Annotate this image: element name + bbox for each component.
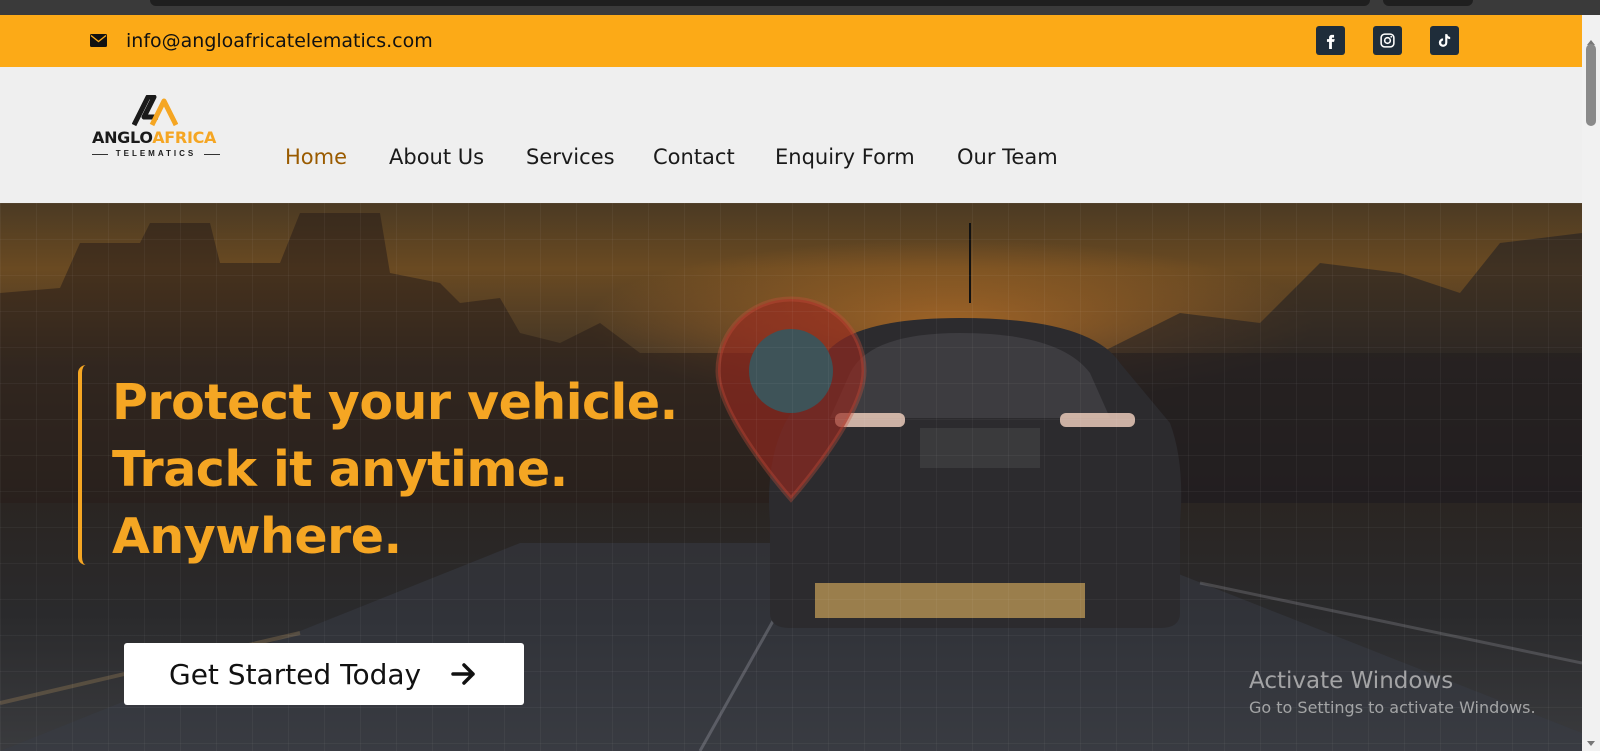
browser-chrome-top bbox=[0, 0, 1600, 15]
instagram-link[interactable] bbox=[1373, 26, 1402, 55]
main-navbar: ANGLOAFRICA TELEMATICS Home About Us Ser… bbox=[0, 67, 1582, 203]
get-started-label: Get Started Today bbox=[169, 657, 422, 691]
tiktok-icon bbox=[1438, 34, 1451, 47]
facebook-icon bbox=[1326, 34, 1335, 49]
nav-contact[interactable]: Contact bbox=[653, 145, 735, 169]
webpage: info@angloafricatelematics.com ANGLOAFRI… bbox=[0, 15, 1582, 751]
anglo-africa-logo[interactable]: ANGLOAFRICA TELEMATICS bbox=[90, 95, 222, 159]
watermark-subtitle: Go to Settings to activate Windows. bbox=[1249, 698, 1536, 717]
nav-our-team[interactable]: Our Team bbox=[957, 145, 1058, 169]
browser-button[interactable] bbox=[1383, 0, 1473, 6]
nav-services[interactable]: Services bbox=[526, 145, 615, 169]
scrollbar-track-top bbox=[1582, 15, 1600, 36]
contact-email[interactable]: info@angloafricatelematics.com bbox=[126, 30, 433, 52]
envelope-icon bbox=[90, 34, 107, 47]
nav-home[interactable]: Home bbox=[285, 145, 347, 169]
scrollbar-thumb[interactable] bbox=[1586, 44, 1596, 126]
nav-enquiry-form[interactable]: Enquiry Form bbox=[775, 145, 915, 169]
logo-mark-icon bbox=[132, 95, 178, 127]
hero-section: Protect your vehicle. Track it anytime. … bbox=[0, 203, 1582, 751]
logo-brand-text: ANGLOAFRICA bbox=[92, 128, 217, 147]
page-scrollbar[interactable] bbox=[1582, 36, 1600, 751]
logo-subtitle: TELEMATICS bbox=[92, 149, 220, 158]
headline-line-2: Track it anytime. bbox=[112, 441, 568, 498]
headline-line-3: Anywhere. bbox=[112, 508, 402, 565]
windows-activation-watermark: Activate Windows Go to Settings to activ… bbox=[1249, 668, 1536, 717]
headline-line-1: Protect your vehicle. bbox=[112, 374, 678, 431]
watermark-title: Activate Windows bbox=[1249, 668, 1454, 694]
hero-headline: Protect your vehicle. Track it anytime. … bbox=[112, 369, 678, 570]
facebook-link[interactable] bbox=[1316, 26, 1345, 55]
nav-about-us[interactable]: About Us bbox=[389, 145, 484, 169]
instagram-icon bbox=[1380, 33, 1395, 48]
tiktok-link[interactable] bbox=[1430, 26, 1459, 55]
address-bar[interactable] bbox=[150, 0, 1370, 6]
top-contact-bar: info@angloafricatelematics.com bbox=[0, 15, 1582, 67]
get-started-button[interactable]: Get Started Today bbox=[124, 643, 524, 705]
arrow-right-icon bbox=[451, 663, 475, 685]
scroll-down-arrow-icon[interactable] bbox=[1587, 741, 1595, 746]
